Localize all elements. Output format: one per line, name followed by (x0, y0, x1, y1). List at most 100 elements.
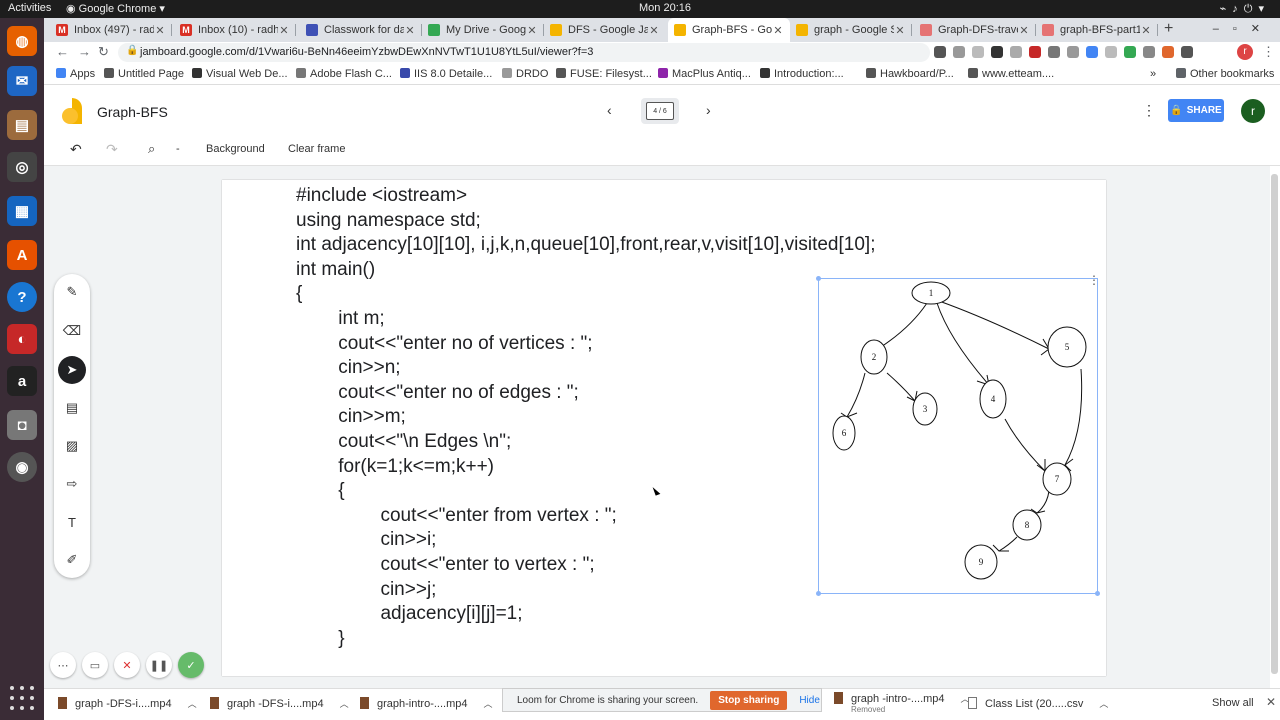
bookmark-item[interactable]: Hawkboard/P... (866, 68, 954, 80)
shape-icon[interactable]: ⇨ (60, 472, 84, 496)
activities-button[interactable]: Activities (8, 2, 51, 14)
loom-pause-icon[interactable]: ❚❚ (146, 652, 172, 678)
tab-9[interactable]: graph-BFS-part1 ✕ (1036, 18, 1158, 42)
chrome-dock-icon[interactable]: ◉ (7, 452, 37, 482)
background-button[interactable]: Background (206, 143, 265, 155)
files-icon[interactable]: ▤ (7, 110, 37, 140)
bookmark-item[interactable]: www.etteam.... (968, 68, 1054, 80)
loom-icon[interactable] (1162, 46, 1174, 58)
eraser-icon[interactable]: ⌫ (60, 319, 84, 343)
forward-icon[interactable]: → (78, 44, 91, 59)
tab-close-icon[interactable]: ✕ (278, 24, 290, 37)
zoom-dropdown[interactable]: - (176, 143, 180, 155)
selection-handle-tl[interactable] (816, 276, 821, 281)
tab-close-icon[interactable]: ✕ (404, 24, 416, 37)
system-tray[interactable]: ⌁♪⏻▾ (1220, 2, 1270, 16)
stop-sharing-button[interactable]: Stop sharing (710, 690, 788, 710)
loom-finish-icon[interactable]: ✓ (178, 652, 204, 678)
frame-indicator[interactable]: 4 / 6 (641, 98, 679, 124)
zoom-icon[interactable] (953, 46, 965, 58)
new-tab-button[interactable]: + (1164, 20, 1173, 38)
undo-icon[interactable]: ↶ (70, 141, 82, 158)
tab-3[interactable]: Classwork for dat ✕ (300, 18, 422, 42)
document-title[interactable]: Graph-BFS (97, 104, 168, 120)
jamboard-logo-icon[interactable] (62, 98, 82, 124)
loom-camera-icon[interactable]: ▭ (82, 652, 108, 678)
bookmark-item[interactable]: Apps (56, 68, 95, 80)
ext-icon-5[interactable] (1067, 46, 1079, 58)
ext-icon-8[interactable] (1124, 46, 1136, 58)
text-box-icon[interactable]: T (60, 510, 84, 534)
previous-frame-button[interactable]: ‹ (607, 102, 612, 118)
ext-icon-9[interactable] (1143, 46, 1155, 58)
puzzle-icon[interactable] (1181, 46, 1193, 58)
tab-4[interactable]: My Drive - Google ✕ (422, 18, 544, 42)
bookmark-item[interactable]: Visual Web De... (192, 68, 288, 80)
download-item[interactable]: graph -DFS-i....mp4 ︿ (58, 697, 197, 710)
bookmark-item[interactable]: FUSE: Filesyst... (556, 68, 652, 80)
loom-cancel-icon[interactable]: ✕ (114, 652, 140, 678)
download-item[interactable]: graph-intro-....mp4 ︿ (360, 697, 493, 710)
writer-icon[interactable]: ▦ (7, 196, 37, 226)
tab-7[interactable]: graph - Google Sli ✕ (790, 18, 912, 42)
account-avatar[interactable]: r (1241, 99, 1265, 123)
window-controls[interactable]: –▫✕ (1213, 22, 1274, 35)
amazon-icon[interactable]: a (7, 366, 37, 396)
chevron-up-icon[interactable]: ︿ (1099, 699, 1108, 709)
download-item[interactable]: graph -intro-....mp4 ︿ Removed (834, 692, 970, 714)
bookmarks-more[interactable]: » (1150, 68, 1156, 80)
ext-icon-2[interactable] (1010, 46, 1022, 58)
reload-icon[interactable]: ↻ (98, 44, 109, 60)
code-text-box[interactable]: #include <iostream> using namespace std; i… (296, 184, 875, 651)
ext-icon-6[interactable] (1086, 46, 1098, 58)
tab-2[interactable]: M Inbox (10) - radha ✕ (174, 18, 296, 42)
bookmark-item[interactable]: Untitled Page (104, 68, 184, 80)
sticky-note-icon[interactable]: ▤ (60, 396, 84, 420)
ext-icon-4[interactable] (1048, 46, 1060, 58)
redo-icon[interactable]: ↷ (106, 141, 118, 158)
ext-icon-3[interactable] (1029, 46, 1041, 58)
omnibox[interactable]: 🔒 jamboard.google.com/d/1Vwari6u-BeNn46e… (118, 43, 930, 62)
clear-frame-button[interactable]: Clear frame (288, 143, 345, 155)
profile-avatar[interactable]: r (1237, 44, 1253, 60)
tab-close-icon[interactable]: ✕ (154, 24, 166, 37)
selection-handle-br[interactable] (1095, 591, 1100, 596)
image-icon[interactable]: ▨ (60, 434, 84, 458)
tab-5[interactable]: DFS - Google Jam✕ (544, 18, 666, 42)
bookmark-item[interactable]: MacPlus Antiq... (658, 68, 751, 80)
tab-close-icon[interactable]: ✕ (526, 24, 538, 37)
url-text[interactable]: jamboard.google.com/d/1Vwari6u-BeNn46eei… (140, 46, 593, 58)
app-menu[interactable]: ◉ Google Chrome ▾ (66, 2, 165, 15)
pen-icon[interactable]: ✎ (60, 280, 84, 304)
ext-icon-7[interactable] (1105, 46, 1117, 58)
screenshot-icon[interactable]: ◐ (7, 324, 37, 354)
zoom-icon[interactable]: ⌕ (148, 141, 155, 157)
help-icon[interactable]: ? (7, 282, 37, 312)
more-options-icon[interactable]: ⋮ (1142, 102, 1156, 119)
show-apps-icon[interactable] (10, 686, 34, 710)
software-icon[interactable]: A (7, 240, 37, 270)
chrome-menu-icon[interactable]: ⋮ (1262, 44, 1275, 60)
vertical-scrollbar[interactable] (1271, 174, 1278, 674)
bookmark-item[interactable]: IIS 8.0 Detaile... (400, 68, 492, 80)
download-item[interactable]: Class List (20.....csv ︿ (968, 697, 1108, 710)
download-item[interactable]: graph -DFS-i....mp4 ︿ (210, 697, 349, 710)
tab-close-icon[interactable]: ✕ (1140, 24, 1152, 37)
laser-icon[interactable]: ✐ (60, 548, 84, 572)
graph-image-selection[interactable]: 1 2 3 4 5 6 7 8 9 ⋮ (816, 273, 1100, 596)
item-menu-icon[interactable]: ⋮ (1088, 273, 1100, 287)
cast-icon[interactable] (934, 46, 946, 58)
clock[interactable]: Mon 20:16 (600, 2, 730, 14)
chevron-up-icon[interactable]: ︿ (188, 699, 197, 709)
ext-icon-1[interactable] (991, 46, 1003, 58)
loom-more-icon[interactable]: ⋯ (50, 652, 76, 678)
next-frame-button[interactable]: › (706, 102, 711, 118)
thunderbird-icon[interactable]: ✉ (7, 66, 37, 96)
star-icon[interactable] (972, 46, 984, 58)
back-icon[interactable]: ← (56, 44, 69, 59)
jam-frame[interactable]: #include <iostream> using namespace std; i… (222, 180, 1106, 676)
tab-1[interactable]: M Inbox (497) - radh ✕ (50, 18, 172, 42)
chevron-up-icon[interactable]: ︿ (483, 699, 492, 709)
tab-close-icon[interactable]: ✕ (772, 24, 784, 37)
tab-close-icon[interactable]: ✕ (1018, 24, 1030, 37)
